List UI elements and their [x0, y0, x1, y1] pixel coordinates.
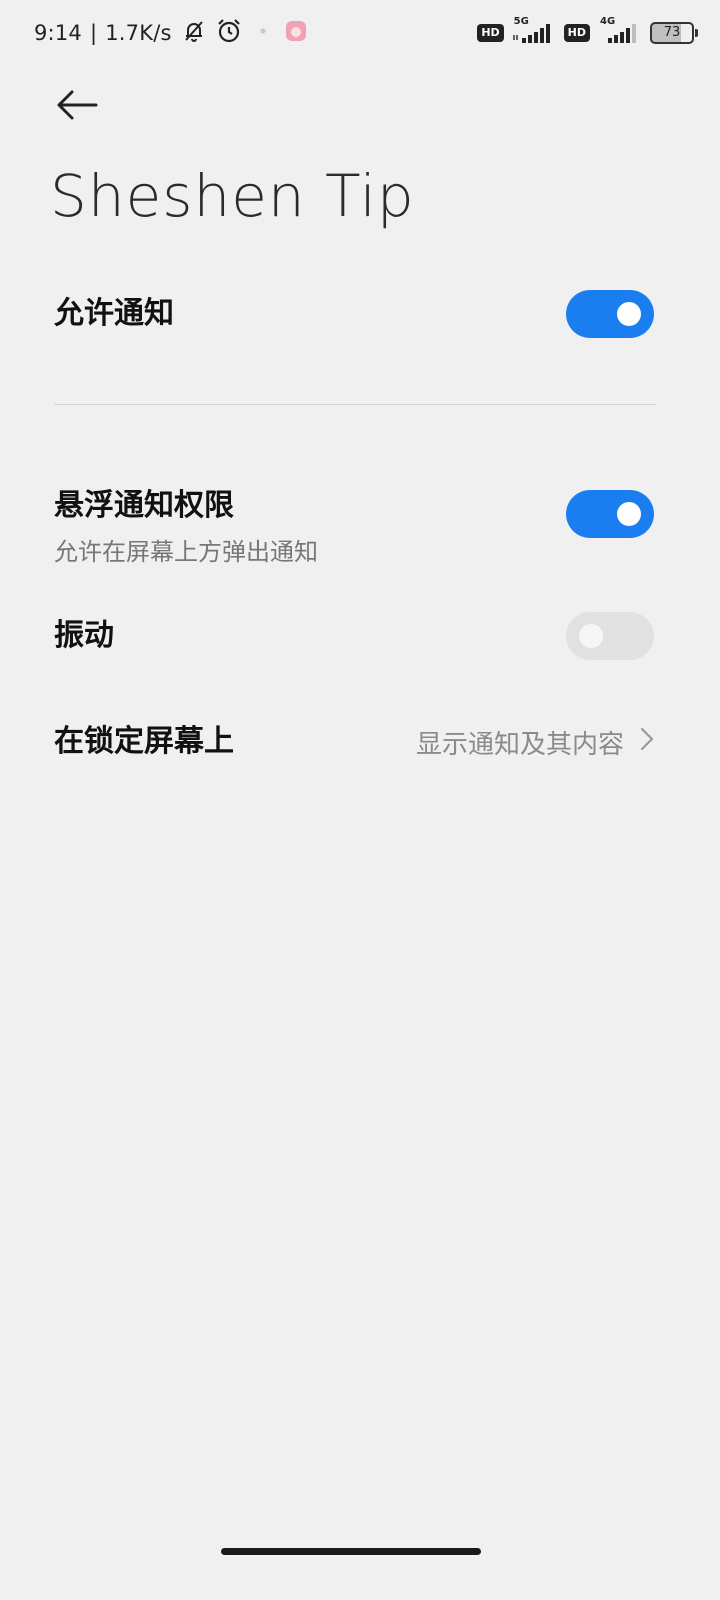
- lock-screen-value: 显示通知及其内容: [415, 729, 624, 760]
- lock-screen-value-container: 显示通知及其内容: [416, 722, 654, 762]
- status-bar: 9:14 | 1.7K/s HD 5G HD 4G 73: [0, 0, 720, 64]
- hd-badge: HD: [563, 24, 590, 42]
- divider: [54, 404, 656, 405]
- vibration-label: 振动: [54, 618, 114, 653]
- toggle-knob: [617, 302, 641, 326]
- floating-notifications-toggle[interactable]: [566, 490, 654, 538]
- signal-5g-icon: 5G: [512, 16, 556, 46]
- signal-4g-icon: 4G: [598, 16, 642, 46]
- chevron-right-icon: [640, 727, 654, 758]
- hd-badge: HD: [477, 24, 504, 42]
- toggle-knob: [579, 624, 603, 648]
- vibration-toggle[interactable]: [566, 612, 654, 660]
- toggle-knob: [617, 502, 641, 526]
- page-title: Sheshen Tip: [50, 162, 415, 230]
- allow-notifications-row[interactable]: 允许通知: [54, 290, 654, 338]
- floating-notifications-label: 悬浮通知权限: [54, 488, 234, 523]
- floating-notifications-description: 允许在屏幕上方弹出通知: [54, 538, 318, 566]
- status-separator: |: [89, 21, 98, 45]
- battery-indicator: 73: [650, 22, 698, 44]
- vibration-row[interactable]: 振动: [54, 612, 654, 660]
- lock-screen-row[interactable]: 在锁定屏幕上 显示通知及其内容: [54, 722, 654, 762]
- home-indicator[interactable]: [221, 1548, 481, 1555]
- app-notification-icon: [252, 20, 274, 47]
- alarm-icon: [216, 18, 242, 49]
- silent-bell-icon: [182, 19, 206, 48]
- network-speed: 1.7K/s: [105, 21, 172, 45]
- back-button[interactable]: [50, 80, 104, 130]
- status-left: 9:14 | 1.7K/s: [34, 18, 308, 48]
- status-time: 9:14: [34, 21, 82, 45]
- floating-notifications-row[interactable]: 悬浮通知权限 允许在屏幕上方弹出通知: [54, 480, 654, 566]
- app-notification-icon: [284, 19, 308, 48]
- back-arrow-icon: [57, 90, 98, 120]
- allow-notifications-label: 允许通知: [54, 296, 174, 331]
- allow-notifications-toggle[interactable]: [566, 290, 654, 338]
- status-right: HD 5G HD 4G 73: [477, 16, 698, 48]
